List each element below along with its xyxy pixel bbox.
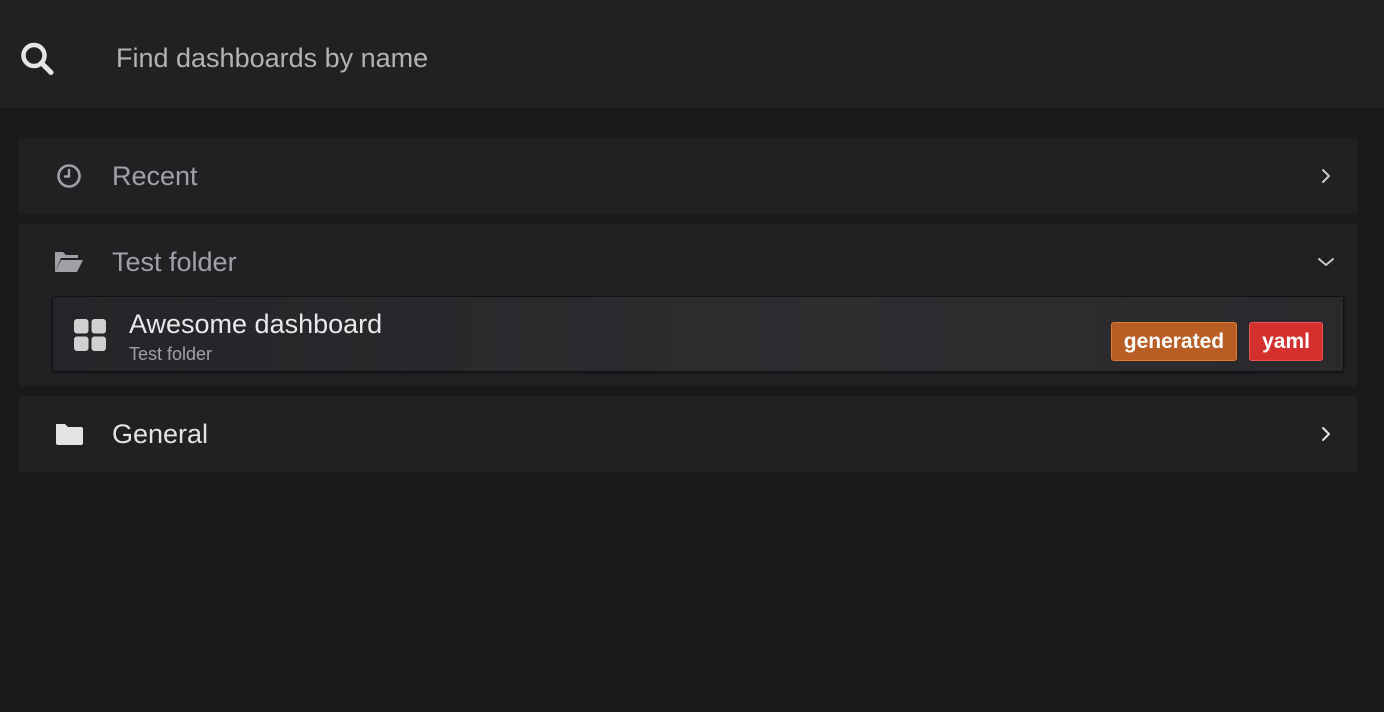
folder-open-icon	[55, 252, 83, 272]
clock-icon	[57, 164, 81, 188]
section-general: General	[18, 396, 1358, 472]
section-title-recent: Recent	[112, 161, 198, 191]
section-title-general: General	[112, 419, 209, 449]
dashboard-title: Awesome dashboard	[129, 309, 383, 339]
section-header-test-folder[interactable]: Test folder	[18, 224, 1358, 300]
chevron-down-icon	[1318, 258, 1334, 266]
tag-list: generated yaml	[1110, 322, 1323, 361]
dashboard-folder-label: Test folder	[129, 344, 213, 364]
search-bar	[0, 0, 1384, 108]
search-input[interactable]	[116, 36, 1316, 80]
section-title-test-folder: Test folder	[112, 247, 237, 277]
section-test-folder: Test folder Awesome dashboard Test folde…	[18, 224, 1358, 386]
section-header-general[interactable]: General	[18, 396, 1358, 472]
chevron-right-icon	[1322, 427, 1330, 441]
dashboard-item-awesome-dashboard[interactable]: Awesome dashboard Test folder generated …	[52, 296, 1344, 372]
search-icon	[21, 42, 54, 75]
tag-yaml[interactable]: yaml	[1249, 322, 1323, 361]
section-recent: Recent	[18, 138, 1358, 214]
chevron-right-icon	[1322, 169, 1330, 183]
tag-generated[interactable]: generated	[1110, 322, 1238, 361]
folder-icon	[56, 424, 83, 445]
apps-icon	[74, 319, 106, 351]
section-header-recent[interactable]: Recent	[18, 138, 1358, 214]
